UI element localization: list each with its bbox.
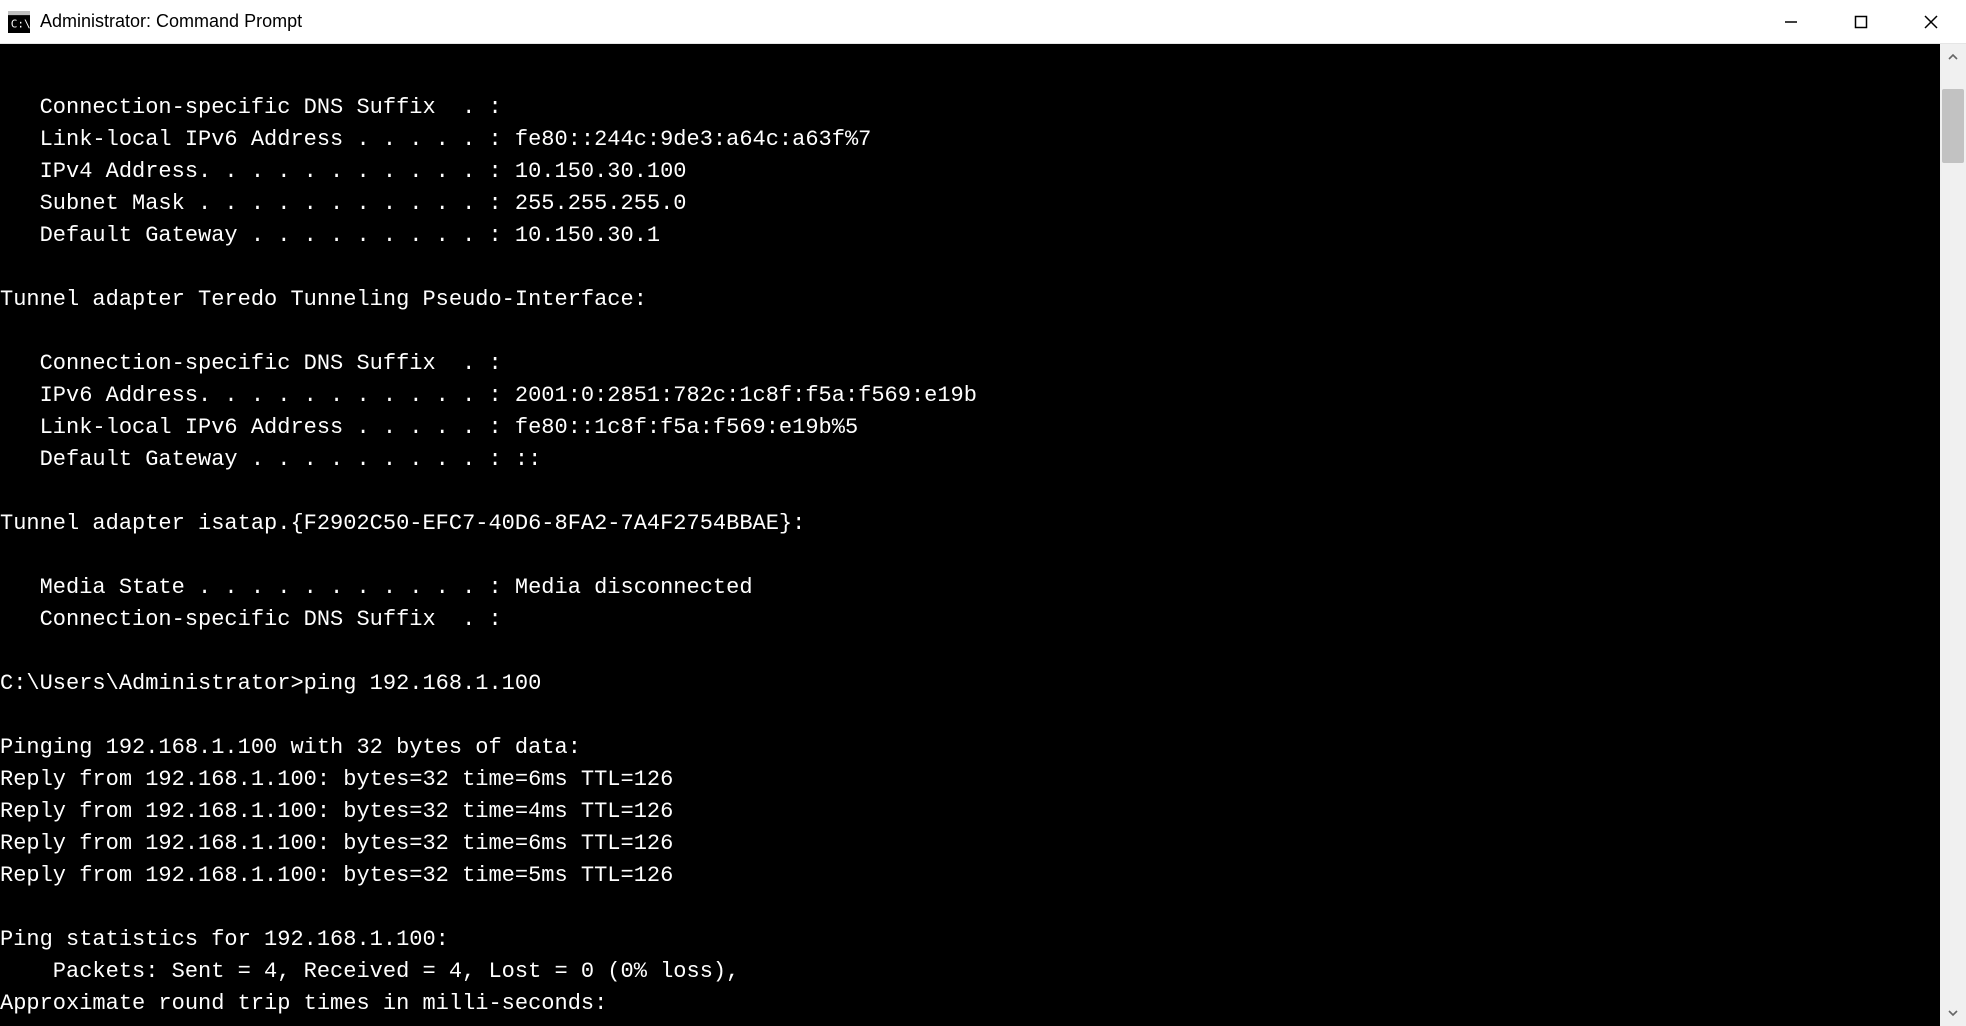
scroll-up-arrow-icon[interactable] [1940, 44, 1966, 70]
app-window: C:\ Administrator: Command Prompt Connec… [0, 0, 1966, 1026]
window-controls [1756, 0, 1966, 43]
client-area: Connection-specific DNS Suffix . : Link-… [0, 44, 1966, 1026]
maximize-button[interactable] [1826, 0, 1896, 43]
window-title: Administrator: Command Prompt [40, 11, 1756, 32]
scroll-thumb[interactable] [1942, 89, 1964, 163]
vertical-scrollbar[interactable] [1940, 44, 1966, 1026]
scroll-down-arrow-icon[interactable] [1940, 1000, 1966, 1026]
scroll-track[interactable] [1940, 70, 1966, 1000]
console-output: Connection-specific DNS Suffix . : Link-… [0, 60, 1940, 1020]
close-button[interactable] [1896, 0, 1966, 43]
cmd-app-icon: C:\ [8, 11, 30, 33]
titlebar[interactable]: C:\ Administrator: Command Prompt [0, 0, 1966, 44]
minimize-button[interactable] [1756, 0, 1826, 43]
terminal[interactable]: Connection-specific DNS Suffix . : Link-… [0, 44, 1940, 1026]
svg-text:C:\: C:\ [11, 17, 30, 30]
